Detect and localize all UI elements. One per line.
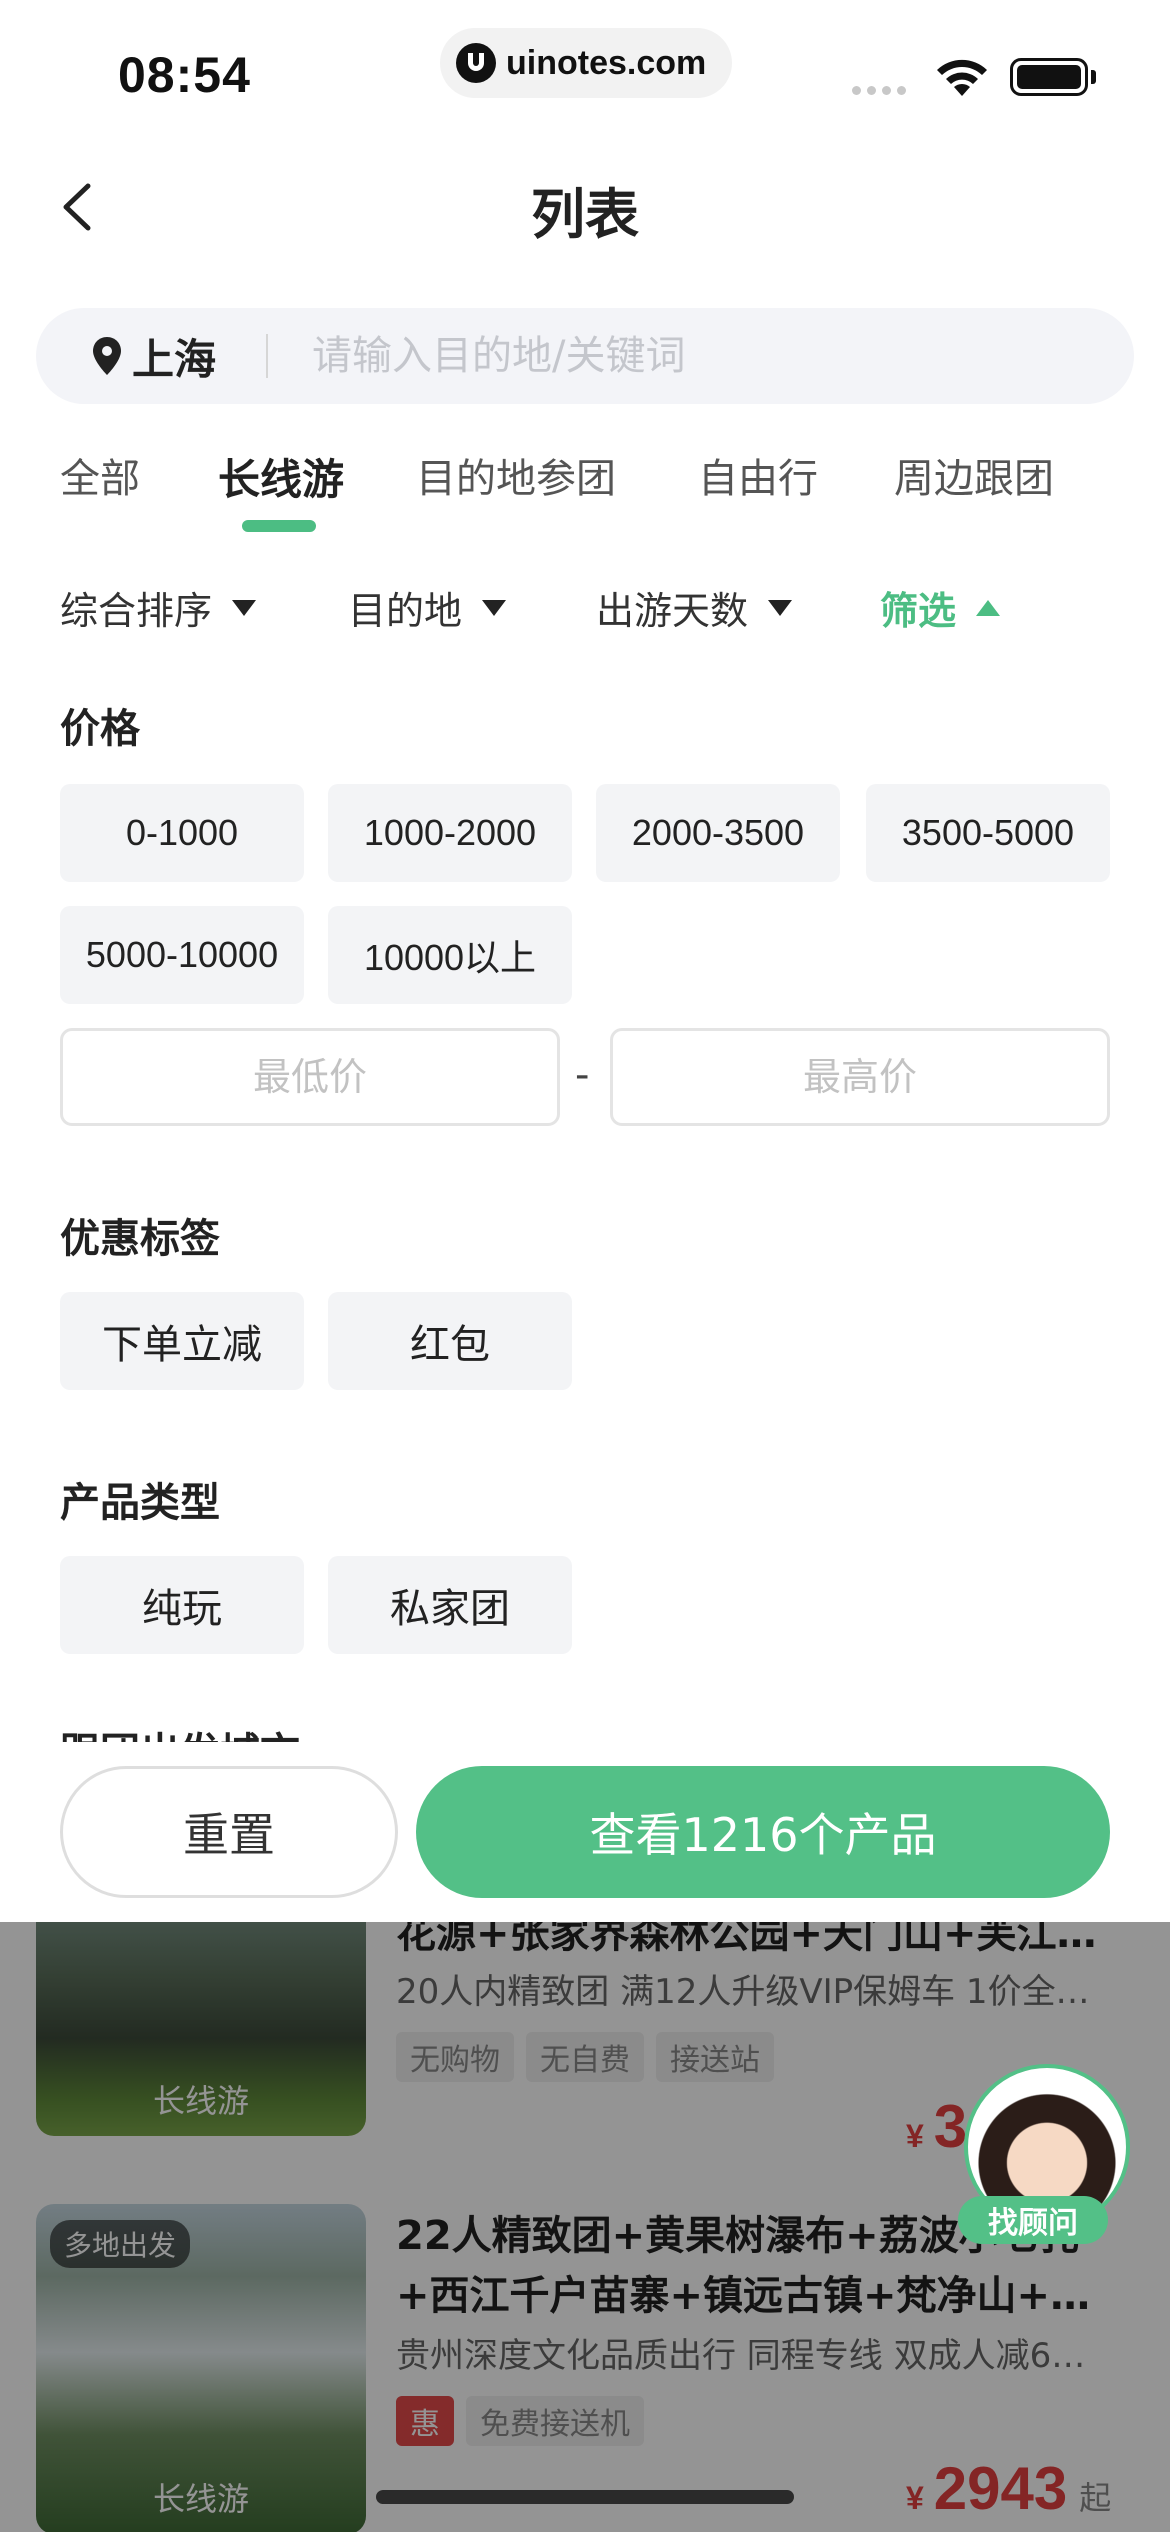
city-selector[interactable]: 上海	[132, 326, 216, 387]
dropdown-arrow-icon	[482, 599, 507, 616]
discount-section-title: 优惠标签	[60, 1216, 220, 1262]
departure-city-section-title: 跟团出发城市	[60, 1720, 300, 1742]
dropdown-arrow-icon	[768, 599, 793, 616]
search-input[interactable]	[312, 333, 1013, 379]
page-title: 列表	[531, 183, 639, 246]
category-tabs: 全部 长线游 目的地参团 自由行 周边跟团	[0, 440, 1170, 540]
view-products-button[interactable]: 查看1216个产品	[416, 1766, 1110, 1898]
site-logo-icon	[456, 43, 496, 83]
price-option[interactable]: 1000-2000	[328, 784, 572, 882]
filter-destination[interactable]: 目的地	[348, 580, 507, 635]
url-pill[interactable]: uinotes.com	[440, 28, 732, 98]
min-price-input[interactable]	[60, 1028, 560, 1126]
filter-action-bar: 重置 查看1216个产品	[0, 1742, 1170, 1922]
price-section-title: 价格	[60, 706, 140, 752]
price-option[interactable]: 2000-3500	[596, 784, 840, 882]
price-option[interactable]: 5000-10000	[60, 906, 304, 1004]
search-bar[interactable]: 上海	[36, 308, 1134, 404]
home-indicator	[376, 2490, 794, 2504]
price-range-separator: -	[575, 1052, 590, 1098]
discount-option[interactable]: 下单立减	[60, 1292, 304, 1390]
dropdown-arrow-icon	[232, 599, 257, 616]
price-option[interactable]: 3500-5000	[866, 784, 1110, 882]
filter-days-label: 出游天数	[596, 589, 749, 633]
tab-free-travel[interactable]: 自由行	[698, 446, 818, 504]
battery-icon	[1010, 58, 1088, 96]
battery-tip	[1091, 70, 1096, 84]
status-bar: 08:54 uinotes.com	[0, 0, 1170, 130]
location-pin-icon	[93, 337, 121, 375]
dropdown-arrow-up-icon	[976, 599, 1001, 616]
tab-all[interactable]: 全部	[60, 446, 140, 504]
tab-long-trip[interactable]: 长线游	[218, 446, 344, 507]
filter-days[interactable]: 出游天数	[596, 580, 793, 635]
filter-row: 综合排序 目的地 出游天数 筛选	[0, 580, 1170, 650]
cellular-signal-icon	[852, 86, 906, 95]
filter-screen-label: 筛选	[880, 589, 957, 633]
price-option[interactable]: 10000以上	[328, 906, 572, 1004]
active-tab-indicator	[242, 520, 316, 532]
tab-nearby-group[interactable]: 周边跟团	[894, 446, 1054, 504]
filter-sort-label: 综合排序	[60, 589, 213, 633]
advisor-button[interactable]: 找顾问	[956, 2064, 1138, 2250]
discount-option[interactable]: 红包	[328, 1292, 572, 1390]
reset-button[interactable]: 重置	[60, 1766, 398, 1898]
advisor-label: 找顾问	[958, 2196, 1108, 2244]
price-option[interactable]: 0-1000	[60, 784, 304, 882]
filter-destination-label: 目的地	[348, 589, 463, 633]
tab-destination-group[interactable]: 目的地参团	[416, 446, 616, 504]
filter-screen[interactable]: 筛选	[880, 580, 1001, 635]
search-divider	[266, 334, 269, 378]
product-type-option[interactable]: 纯玩	[60, 1556, 304, 1654]
status-time: 08:54	[118, 47, 251, 103]
wifi-icon	[937, 59, 987, 96]
filter-sort[interactable]: 综合排序	[60, 580, 257, 635]
product-type-section-title: 产品类型	[60, 1480, 220, 1526]
max-price-input[interactable]	[610, 1028, 1110, 1126]
product-type-option[interactable]: 私家团	[328, 1556, 572, 1654]
url-text: uinotes.com	[506, 43, 707, 82]
